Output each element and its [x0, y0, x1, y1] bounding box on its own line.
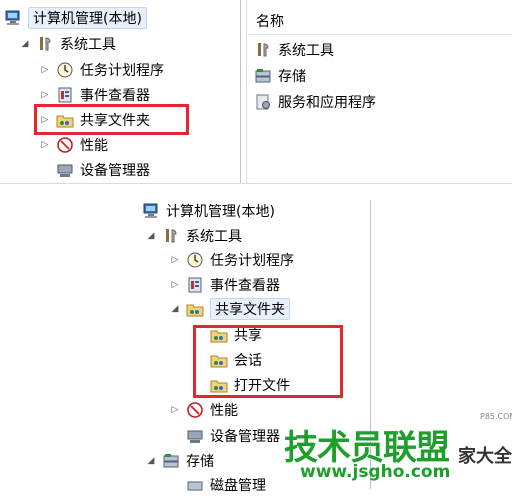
tree-item-label: 事件查看器 — [210, 278, 280, 294]
tree-item-label: 事件查看器 — [80, 88, 150, 104]
list-item-system-tools[interactable]: 系统工具 — [254, 38, 334, 62]
clock-icon — [56, 61, 74, 79]
expand-arrow-icon[interactable]: ▷ — [40, 64, 50, 76]
collapse-arrow-icon[interactable]: ◢ — [170, 303, 180, 315]
watermark-side-text: 家大全 — [458, 446, 512, 467]
performance-icon — [56, 136, 74, 154]
tree-item-task-scheduler[interactable]: ▷ 任务计划程序 — [40, 58, 164, 82]
tree-root-label[interactable]: 计算机管理(本地) — [28, 7, 147, 29]
tree-item-label: 磁盘管理 — [210, 478, 266, 494]
highlight-box — [193, 325, 343, 398]
device-manager-icon — [186, 427, 204, 445]
tree-item-label: 设备管理器 — [80, 163, 150, 179]
tree-item-device-manager[interactable]: 设备管理器 — [56, 158, 150, 182]
services-icon — [254, 93, 272, 111]
tree-item-disk-management[interactable]: 磁盘管理 — [186, 473, 266, 497]
tree-item-storage[interactable]: ◢ 存储 — [146, 449, 214, 473]
shared-folder-icon — [186, 300, 204, 318]
list-item-storage[interactable]: 存储 — [254, 64, 306, 88]
expand-arrow-icon[interactable]: ▷ — [40, 139, 50, 151]
tree-item-label: 系统工具 — [186, 229, 242, 245]
computer-icon — [142, 202, 160, 220]
tree-item-device-manager[interactable]: 设备管理器 — [186, 424, 280, 448]
tree-item-label: 设备管理器 — [210, 429, 280, 445]
pane-divider[interactable] — [240, 0, 241, 183]
storage-icon — [254, 67, 272, 85]
tree-item-label: 存储 — [186, 454, 214, 470]
collapse-arrow-icon[interactable]: ◢ — [146, 455, 156, 467]
tree-item-label: 系统工具 — [60, 37, 116, 53]
event-viewer-icon — [56, 86, 74, 104]
column-header-divider — [246, 34, 512, 35]
watermark: P85.COM 技术员联盟 家大全 www.jsgho.com — [280, 412, 512, 489]
tree-item-event-viewer[interactable]: ▷ 事件查看器 — [170, 273, 280, 297]
tree-root[interactable]: 计算机管理(本地) — [4, 6, 147, 30]
collapse-arrow-icon[interactable]: ◢ — [146, 230, 156, 242]
highlight-box — [34, 104, 189, 135]
tree-item-label: 任务计划程序 — [210, 253, 294, 269]
watermark-url: www.jsgho.com — [300, 462, 451, 482]
expand-arrow-icon[interactable]: ▷ — [40, 89, 50, 101]
tree-item-label: 共享文件夹 — [210, 298, 290, 320]
column-header-name[interactable]: 名称 — [256, 11, 284, 31]
disk-management-icon — [186, 476, 204, 494]
event-viewer-icon — [186, 276, 204, 294]
tools-icon — [36, 35, 54, 53]
tree-root[interactable]: 计算机管理(本地) — [142, 199, 275, 223]
tools-icon — [162, 227, 180, 245]
list-item-services[interactable]: 服务和应用程序 — [254, 90, 376, 114]
expand-arrow-icon[interactable]: ▷ — [170, 404, 180, 416]
top-panel: 计算机管理(本地) ◢ 系统工具 ▷ 任务计划程序 ▷ 事件查看器 ▷ 共享文件… — [0, 0, 512, 184]
performance-icon — [186, 401, 204, 419]
tree-root-label[interactable]: 计算机管理(本地) — [166, 201, 275, 221]
list-item-label: 系统工具 — [278, 43, 334, 59]
device-manager-icon — [56, 161, 74, 179]
tree-item-system-tools[interactable]: ◢ 系统工具 — [20, 32, 116, 56]
watermark-small-text: P85.COM — [480, 412, 512, 421]
tools-icon — [254, 41, 272, 59]
tree-item-performance[interactable]: ▷ 性能 — [40, 133, 108, 157]
tree-item-label: 性能 — [210, 403, 238, 419]
expand-arrow-icon[interactable]: ▷ — [170, 279, 180, 291]
tree-item-performance[interactable]: ▷ 性能 — [170, 398, 238, 422]
tree-item-system-tools[interactable]: ◢ 系统工具 — [146, 224, 242, 248]
computer-icon — [4, 9, 22, 27]
list-item-label: 服务和应用程序 — [278, 95, 376, 111]
collapse-arrow-icon[interactable]: ◢ — [20, 38, 30, 50]
right-pane-border — [246, 0, 247, 183]
storage-icon — [162, 452, 180, 470]
tree-item-label: 性能 — [80, 138, 108, 154]
tree-item-shared-folders[interactable]: ◢ 共享文件夹 — [170, 297, 290, 321]
tree-item-label: 任务计划程序 — [80, 63, 164, 79]
expand-arrow-icon[interactable]: ▷ — [170, 254, 180, 266]
tree-item-task-scheduler[interactable]: ▷ 任务计划程序 — [170, 248, 294, 272]
list-item-label: 存储 — [278, 69, 306, 85]
clock-icon — [186, 251, 204, 269]
